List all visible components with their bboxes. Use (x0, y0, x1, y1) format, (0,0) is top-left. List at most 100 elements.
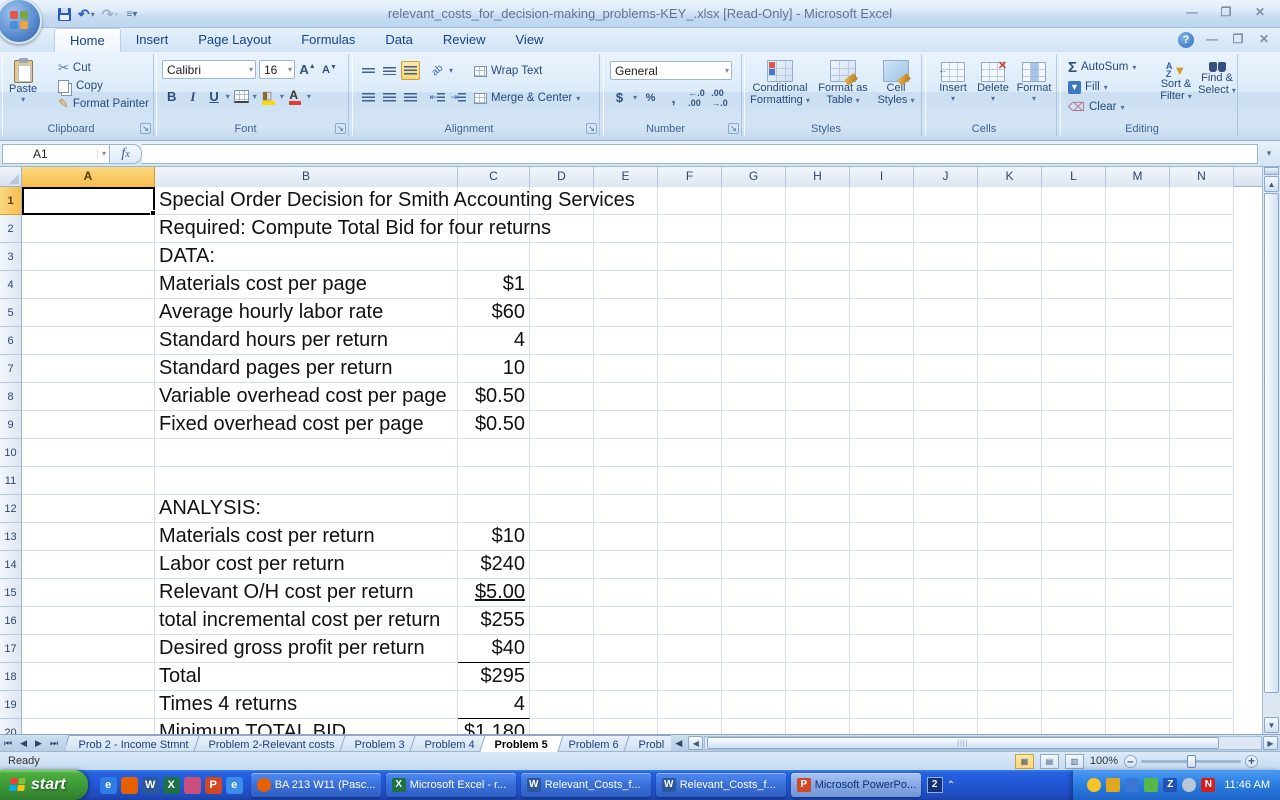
workbook-restore-button[interactable]: ❐ (1230, 32, 1246, 48)
increase-decimal-button[interactable]: ←.0.00 (687, 88, 706, 107)
cell-I18[interactable] (850, 663, 914, 691)
cell-M1[interactable] (1106, 187, 1170, 215)
cell-G2[interactable] (722, 215, 786, 243)
cell-D15[interactable] (530, 579, 594, 607)
paste-button[interactable]: Paste▾ (9, 60, 37, 104)
bold-button[interactable]: B (162, 87, 181, 106)
cell-J19[interactable] (914, 691, 978, 719)
cell-D17[interactable] (530, 635, 594, 663)
cell-J9[interactable] (914, 411, 978, 439)
last-sheet-button[interactable]: ⏭ (46, 738, 62, 749)
close-button[interactable]: ✕ (1248, 5, 1272, 21)
zoom-in-button[interactable]: + (1245, 755, 1258, 768)
cell-K15[interactable] (978, 579, 1042, 607)
cell-G11[interactable] (722, 467, 786, 495)
column-header-K[interactable]: K (978, 167, 1042, 187)
clipboard-dialog-launcher[interactable]: ↘ (140, 123, 151, 134)
cell-K13[interactable] (978, 523, 1042, 551)
formula-input[interactable] (142, 144, 1258, 164)
cell-M18[interactable] (1106, 663, 1170, 691)
cell-L19[interactable] (1042, 691, 1106, 719)
prev-sheet-button[interactable]: ◀ (16, 738, 31, 749)
cell-M6[interactable] (1106, 327, 1170, 355)
cell-A14[interactable] (22, 551, 155, 579)
row-header-8[interactable]: 8 (0, 383, 22, 411)
align-top-button[interactable] (359, 61, 378, 80)
cell-L15[interactable] (1042, 579, 1106, 607)
quick-launch-firefox-icon[interactable] (121, 777, 138, 794)
row-header-6[interactable]: 6 (0, 327, 22, 355)
cell-I13[interactable] (850, 523, 914, 551)
cell-G7[interactable] (722, 355, 786, 383)
taskbar-button-1[interactable]: BA 213 W11 (Pasc... (251, 773, 381, 797)
row-header-1[interactable]: 1 (0, 187, 22, 215)
horizontal-scroll-track[interactable]: |||| (704, 736, 1262, 750)
cell-D14[interactable] (530, 551, 594, 579)
cell-K20[interactable] (978, 719, 1042, 734)
currency-button[interactable]: $ (610, 88, 629, 107)
cell-N20[interactable] (1170, 719, 1234, 734)
cell-H5[interactable] (786, 299, 850, 327)
cell-E6[interactable] (594, 327, 658, 355)
cell-K7[interactable] (978, 355, 1042, 383)
cell-E14[interactable] (594, 551, 658, 579)
cell-N11[interactable] (1170, 467, 1234, 495)
cell-styles-button[interactable]: Cell Styles ▾ (873, 60, 919, 107)
cell-D8[interactable] (530, 383, 594, 411)
cell-K16[interactable] (978, 607, 1042, 635)
cell-C12[interactable] (458, 495, 530, 523)
zoom-slider-track[interactable] (1141, 760, 1241, 763)
cell-F12[interactable] (658, 495, 722, 523)
cell-F2[interactable] (658, 215, 722, 243)
cell-F8[interactable] (658, 383, 722, 411)
sheet-tab-problem-2-relevant-costs[interactable]: Problem 2-Relevant costs (193, 735, 350, 752)
cell-M13[interactable] (1106, 523, 1170, 551)
align-right-button[interactable] (401, 88, 420, 107)
row-header-2[interactable]: 2 (0, 215, 22, 243)
cell-M2[interactable] (1106, 215, 1170, 243)
name-box[interactable]: A1▾ (2, 144, 110, 164)
cell-A9[interactable] (22, 411, 155, 439)
column-header-H[interactable]: H (786, 167, 850, 187)
cell-A15[interactable] (22, 579, 155, 607)
cell-H15[interactable] (786, 579, 850, 607)
taskbar-button-4[interactable]: WRelevant_Costs_f... (656, 773, 786, 797)
cell-A18[interactable] (22, 663, 155, 691)
cell-K3[interactable] (978, 243, 1042, 271)
cell-F15[interactable] (658, 579, 722, 607)
format-cells-button[interactable]: Format▾ (1014, 62, 1054, 103)
cell-M10[interactable] (1106, 439, 1170, 467)
sheet-tab-probl[interactable]: Probl (623, 735, 671, 752)
insert-cells-button[interactable]: Insert▾ (934, 62, 972, 103)
cell-A12[interactable] (22, 495, 155, 523)
row-header-12[interactable]: 12 (0, 495, 22, 523)
row-header-10[interactable]: 10 (0, 439, 22, 467)
cell-N16[interactable] (1170, 607, 1234, 635)
tray-updater-icon[interactable] (1144, 778, 1158, 792)
cell-I8[interactable] (850, 383, 914, 411)
start-button[interactable]: start (0, 770, 88, 800)
cell-H11[interactable] (786, 467, 850, 495)
cell-N10[interactable] (1170, 439, 1234, 467)
cell-M5[interactable] (1106, 299, 1170, 327)
decrease-decimal-button[interactable]: .00→.0 (710, 88, 729, 107)
cell-K12[interactable] (978, 495, 1042, 523)
font-dialog-launcher[interactable]: ↘ (335, 123, 346, 134)
cell-D7[interactable] (530, 355, 594, 383)
cell-M16[interactable] (1106, 607, 1170, 635)
decrease-indent-button[interactable]: ⇤ (428, 88, 447, 107)
align-center-button[interactable] (380, 88, 399, 107)
cell-H10[interactable] (786, 439, 850, 467)
scroll-left-button[interactable]: ◀ (688, 736, 703, 750)
cell-H17[interactable] (786, 635, 850, 663)
quick-launch-internet-explorer-icon[interactable]: e (100, 777, 117, 794)
cell-M19[interactable] (1106, 691, 1170, 719)
cell-H1[interactable] (786, 187, 850, 215)
orientation-button[interactable]: ab (428, 61, 447, 80)
cell-I1[interactable] (850, 187, 914, 215)
ribbon-tab-view[interactable]: View (501, 28, 559, 52)
sheet-tab-problem-5[interactable]: Problem 5 (480, 735, 565, 752)
number-format-select[interactable]: General▾ (610, 61, 732, 80)
cell-L14[interactable] (1042, 551, 1106, 579)
cell-A3[interactable] (22, 243, 155, 271)
